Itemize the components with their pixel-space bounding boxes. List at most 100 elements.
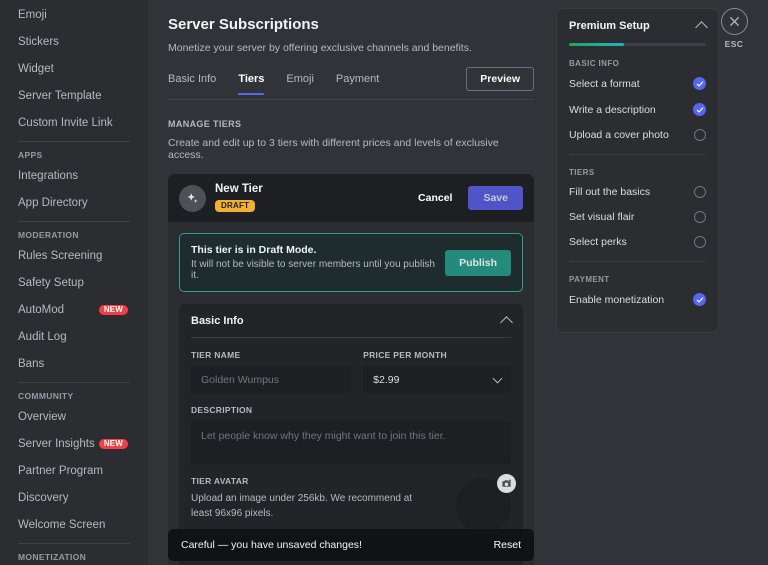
setup-checklist: Basic InfoSelect a formatWrite a descrip…: [569, 59, 706, 306]
premium-setup-header[interactable]: Premium Setup: [569, 20, 706, 32]
avatar-dropzone[interactable]: [456, 478, 511, 533]
setup-divider: [569, 154, 706, 155]
page-title: Server Subscriptions: [168, 16, 534, 33]
setup-divider: [569, 261, 706, 262]
sidebar-item-label: AutoMod: [18, 304, 64, 316]
sidebar-item-label: Integrations: [18, 170, 78, 182]
price-selected-value: $2.99: [373, 374, 399, 386]
tier-actions: Cancel Save: [408, 186, 523, 210]
draft-banner-subtitle: It will not be visible to server members…: [191, 259, 445, 281]
checklist-item-label: Enable monetization: [569, 294, 693, 306]
sidebar-item-label: Server Template: [18, 90, 102, 102]
sidebar-item-overview[interactable]: Overview: [12, 406, 136, 428]
tier-name-field-group: Tier Name Golden Wumpus: [191, 338, 351, 393]
setup-group-heading: Payment: [569, 275, 706, 284]
sidebar-list: Emoji Stickers Widget Server Template Custom…: [0, 0, 142, 565]
tab-payment[interactable]: Payment: [336, 73, 379, 94]
sidebar-item-label: Custom Invite Link: [18, 117, 113, 129]
price-field-group: Price Per Month $2.99: [363, 338, 511, 393]
basic-info-panel: Basic Info Tier Name Golden Wumpus Price…: [179, 304, 523, 565]
chevron-down-icon: [493, 373, 503, 383]
checklist-item[interactable]: Upload a cover photo: [569, 129, 706, 141]
sidebar-group-heading: Apps: [12, 150, 136, 160]
checklist-item-label: Select perks: [569, 236, 694, 248]
sidebar-item-widget[interactable]: Widget: [12, 58, 136, 80]
chevron-up-icon[interactable]: [500, 316, 513, 329]
sidebar-item-label: Server Insights: [18, 438, 95, 450]
checklist-item[interactable]: Select perks: [569, 236, 706, 248]
sidebar-item-label: Partner Program: [18, 465, 103, 477]
sidebar-item-partner-program[interactable]: Partner Program: [12, 460, 136, 482]
checklist-item-label: Select a format: [569, 78, 693, 90]
sparkle-icon: [179, 185, 206, 212]
sidebar-item-label: Rules Screening: [18, 250, 102, 262]
checklist-item[interactable]: Write a description: [569, 103, 706, 116]
sidebar-item-safety-setup[interactable]: Safety Setup: [12, 272, 136, 294]
cancel-button[interactable]: Cancel: [408, 186, 462, 210]
sidebar-item-app-directory[interactable]: App Directory: [12, 192, 136, 214]
sidebar-item-custom-invite-link[interactable]: Custom Invite Link: [12, 112, 136, 134]
publish-button[interactable]: Publish: [445, 250, 511, 276]
tab-basic-info[interactable]: Basic Info: [168, 73, 216, 94]
close-icon[interactable]: [721, 8, 748, 35]
checklist-item-label: Fill out the basics: [569, 186, 694, 198]
checklist-item[interactable]: Set visual flair: [569, 211, 706, 223]
close-settings-button[interactable]: ESC: [716, 8, 752, 49]
checklist-item[interactable]: Enable monetization: [569, 293, 706, 306]
manage-tiers-subtext: Create and edit up to 3 tiers with diffe…: [168, 137, 534, 161]
sidebar-item-discovery[interactable]: Discovery: [12, 487, 136, 509]
sidebar-item-bans[interactable]: Bans: [12, 353, 136, 375]
checklist-item[interactable]: Select a format: [569, 77, 706, 90]
sidebar-item-stickers[interactable]: Stickers: [12, 31, 136, 53]
page-subtitle: Monetize your server by offering exclusi…: [168, 42, 534, 54]
image-upload-icon[interactable]: [497, 474, 516, 493]
sidebar-item-welcome-screen[interactable]: Welcome Screen: [12, 514, 136, 536]
sidebar-item-label: Discovery: [18, 492, 68, 504]
sidebar-group-heading: Community: [12, 391, 136, 401]
sidebar-item-server-insights[interactable]: Server InsightsNEW: [12, 433, 136, 455]
sidebar-item-audit-log[interactable]: Audit Log: [12, 326, 136, 348]
sidebar-item-emoji[interactable]: Emoji: [12, 4, 136, 26]
sidebar-item-integrations[interactable]: Integrations: [12, 165, 136, 187]
name-price-row: Tier Name Golden Wumpus Price Per Month …: [191, 338, 511, 393]
reset-button[interactable]: Reset: [494, 539, 521, 551]
sidebar-item-server-template[interactable]: Server Template: [12, 85, 136, 107]
tab-tiers[interactable]: Tiers: [238, 73, 264, 94]
save-button[interactable]: Save: [468, 186, 523, 210]
premium-setup-card: Premium Setup Basic InfoSelect a formatW…: [556, 8, 719, 333]
tier-meta: New Tier DRAFT: [215, 183, 263, 213]
tier-card: New Tier DRAFT Cancel Save This tier is …: [168, 174, 534, 565]
sidebar-divider: [18, 382, 130, 383]
sidebar-group-heading: Monetization: [12, 552, 136, 562]
preview-button[interactable]: Preview: [466, 67, 534, 91]
checklist-item-label: Set visual flair: [569, 211, 694, 223]
setup-progress-fill: [569, 43, 624, 46]
draft-mode-banner: This tier is in Draft Mode. It will not …: [179, 233, 523, 292]
manage-tiers-heading: Manage Tiers: [168, 119, 534, 129]
sidebar-item-rules-screening[interactable]: Rules Screening: [12, 245, 136, 267]
tier-avatar-help: Upload an image under 256kb. We recommen…: [191, 492, 419, 521]
price-select[interactable]: $2.99: [363, 366, 511, 393]
check-empty-icon: [694, 236, 706, 248]
check-complete-icon: [693, 77, 706, 90]
price-label: Price Per Month: [363, 350, 511, 360]
check-complete-icon: [693, 293, 706, 306]
basic-info-panel-header[interactable]: Basic Info: [191, 304, 511, 338]
sidebar-item-label: Widget: [18, 63, 54, 75]
sidebar-item-automod[interactable]: AutoModNEW: [12, 299, 136, 321]
tab-emoji[interactable]: Emoji: [286, 73, 314, 94]
check-empty-icon: [694, 186, 706, 198]
tier-card-header: New Tier DRAFT Cancel Save: [168, 174, 534, 222]
checklist-item[interactable]: Fill out the basics: [569, 186, 706, 198]
sidebar-group-heading: Moderation: [12, 230, 136, 240]
sidebar-item-label: Overview: [18, 411, 66, 423]
basic-info-title: Basic Info: [191, 315, 244, 327]
tier-name-input[interactable]: Golden Wumpus: [191, 366, 351, 393]
main-content: Server Subscriptions Monetize your serve…: [148, 0, 556, 565]
setup-group-heading: Tiers: [569, 168, 706, 177]
chevron-up-icon[interactable]: [695, 21, 708, 34]
checklist-item-label: Upload a cover photo: [569, 129, 694, 141]
description-input[interactable]: Let people know why they might want to j…: [191, 421, 511, 464]
sidebar-item-label: Safety Setup: [18, 277, 84, 289]
tab-list: Basic Info Tiers Emoji Payment: [168, 73, 401, 94]
